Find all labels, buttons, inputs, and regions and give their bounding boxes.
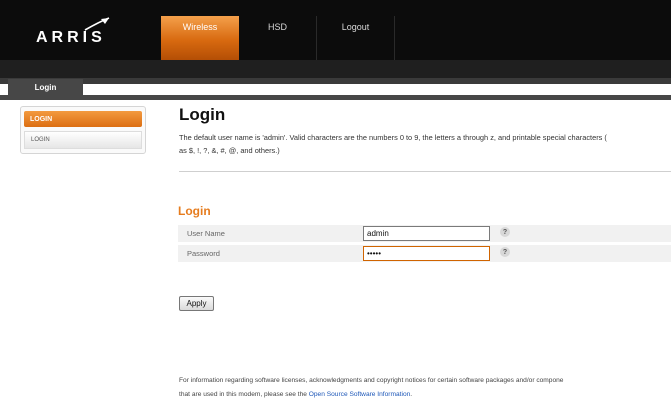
footer-oss-suffix: . xyxy=(410,391,413,398)
sidebar: LOGIN LOGIN xyxy=(20,106,146,154)
logo-text: ARRIS xyxy=(36,29,106,46)
section-title: Login xyxy=(178,204,211,218)
subtab-login[interactable]: Login xyxy=(8,79,83,95)
sub-nav-rule xyxy=(0,95,671,100)
username-label: User Name xyxy=(187,229,225,238)
username-input[interactable] xyxy=(363,226,490,241)
sub-nav-strip xyxy=(0,78,671,84)
nav-logout[interactable]: Logout xyxy=(317,16,395,60)
description-line-2: as $, !, ?, &, #, @, and others.) xyxy=(179,146,280,155)
footer-oss-prefix: that are used in this modem, please see … xyxy=(179,391,309,398)
top-header: ARRIS Wireless HSD Logout xyxy=(0,0,671,60)
apply-button[interactable]: Apply xyxy=(179,296,214,311)
password-help-icon[interactable]: ? xyxy=(500,247,510,257)
section-divider xyxy=(179,171,671,172)
open-source-link[interactable]: Open Source Software Information xyxy=(309,391,411,398)
password-label: Password xyxy=(187,249,220,258)
password-row: Password ? xyxy=(178,245,671,262)
nav-hsd[interactable]: HSD xyxy=(239,16,317,60)
sub-nav-bar xyxy=(0,60,671,78)
username-help-icon[interactable]: ? xyxy=(500,227,510,237)
nav-wireless[interactable]: Wireless xyxy=(161,16,239,60)
footer-oss-text: that are used in this modem, please see … xyxy=(179,391,669,398)
sidebar-header-login[interactable]: LOGIN xyxy=(24,111,142,127)
description-line-1: The default user name is 'admin'. Valid … xyxy=(179,133,607,142)
footer-license-text: For information regarding software licen… xyxy=(179,377,564,384)
page-description: The default user name is 'admin'. Valid … xyxy=(179,131,667,157)
sidebar-item-login[interactable]: LOGIN xyxy=(24,131,142,149)
page-title: Login xyxy=(179,105,226,124)
logo-swoosh-icon xyxy=(84,17,110,31)
username-row: User Name ? xyxy=(178,225,671,242)
main-nav: Wireless HSD Logout xyxy=(161,16,395,60)
password-input[interactable] xyxy=(363,246,490,261)
